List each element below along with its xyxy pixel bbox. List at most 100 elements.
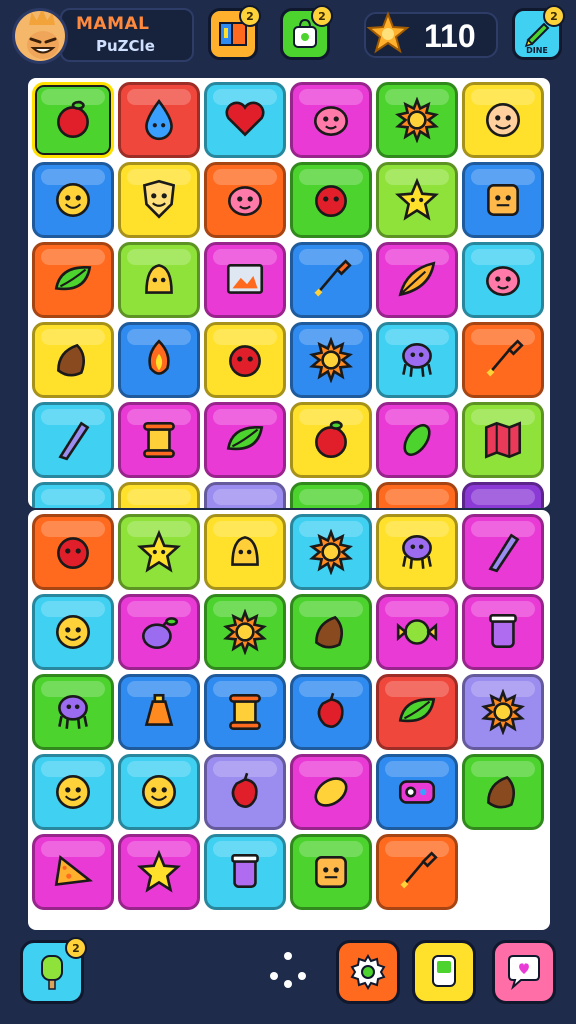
edit-button[interactable]: DINE 2 <box>512 5 565 60</box>
tile-r4-c4[interactable] <box>290 754 372 830</box>
tile-r5-c5[interactable] <box>376 834 458 910</box>
tile-r1-c2[interactable] <box>118 82 200 158</box>
tile-r3-c4[interactable] <box>290 242 372 318</box>
smiley-icon <box>56 615 90 649</box>
tomato-icon <box>315 185 347 217</box>
tile-r4-c1[interactable] <box>32 322 114 398</box>
tile-r1-c4[interactable] <box>290 82 372 158</box>
tile-r3-c3[interactable] <box>204 674 286 750</box>
feather-icon <box>398 261 436 297</box>
tile-r3-c2[interactable] <box>118 674 200 750</box>
tile-r4-c3[interactable] <box>204 322 286 398</box>
tile-r1-c5[interactable] <box>376 82 458 158</box>
nut-icon <box>315 615 344 649</box>
chat-button[interactable] <box>492 940 556 1004</box>
more-options-icon[interactable] <box>266 950 310 990</box>
crystal-icon <box>58 421 90 461</box>
tile-r3-c2[interactable] <box>118 242 200 318</box>
octopus-icon <box>402 535 432 569</box>
tile-r3-c3[interactable] <box>204 242 286 318</box>
box-face-icon <box>315 856 347 888</box>
tile-r4-c6[interactable] <box>462 322 544 398</box>
tile-r2-c1[interactable] <box>32 162 114 238</box>
tile-r1-c4[interactable] <box>290 514 372 590</box>
crystal-icon <box>488 533 520 573</box>
tile-r2-c6[interactable] <box>462 594 544 670</box>
tile-r5-c1[interactable] <box>32 834 114 910</box>
tile-r1-c3[interactable] <box>204 514 286 590</box>
tomato-icon <box>229 345 261 377</box>
tile-r3-c4[interactable] <box>290 674 372 750</box>
device-button[interactable] <box>412 940 476 1004</box>
tile-r4-c4[interactable] <box>290 322 372 398</box>
tile-r5-c4[interactable] <box>290 834 372 910</box>
shop-button[interactable]: 2 <box>280 5 333 60</box>
gadget-icon <box>398 780 436 804</box>
tile-r2-c1[interactable] <box>32 594 114 670</box>
avatar[interactable] <box>12 8 68 64</box>
tile-peek-c6 <box>462 482 544 508</box>
tile-r2-c6[interactable] <box>462 162 544 238</box>
tile-r4-c2[interactable] <box>118 322 200 398</box>
bottom-bar: 2 <box>0 932 576 1024</box>
tile-r5-c4[interactable] <box>290 402 372 478</box>
tile-r5-c2[interactable] <box>118 402 200 478</box>
sun-icon <box>481 689 525 735</box>
tile-r5-c5[interactable] <box>376 402 458 478</box>
tile-r1-c1[interactable] <box>32 82 114 158</box>
tile-r1-c2[interactable] <box>118 514 200 590</box>
tile-r5-c1[interactable] <box>32 402 114 478</box>
hint-button[interactable]: 2 <box>20 937 87 1004</box>
heart-icon <box>225 101 265 137</box>
shop-badge: 2 <box>311 5 333 27</box>
tile-r2-c4[interactable] <box>290 594 372 670</box>
tile-r5-c3[interactable] <box>204 834 286 910</box>
tile-r4-c5[interactable] <box>376 754 458 830</box>
tile-r2-c3[interactable] <box>204 594 286 670</box>
gear-icon <box>350 954 386 990</box>
tile-peek-c3 <box>204 482 286 508</box>
tile-r3-c6[interactable] <box>462 242 544 318</box>
settings-button[interactable] <box>336 940 400 1004</box>
gold-star-icon <box>366 11 410 54</box>
tile-r3-c6[interactable] <box>462 674 544 750</box>
coin-counter: 110 <box>364 11 498 58</box>
tile-r1-c6[interactable] <box>462 514 544 590</box>
tile-r2-c3[interactable] <box>204 162 286 238</box>
tile-r5-c2[interactable] <box>118 834 200 910</box>
star-face-icon <box>395 177 439 221</box>
tile-r3-c5[interactable] <box>376 674 458 750</box>
octopus-icon <box>402 343 432 377</box>
pepper-icon <box>317 692 344 728</box>
player-subtitle: PuZCle <box>96 37 155 55</box>
player-info[interactable]: MAMAL PuZCle <box>60 8 194 62</box>
tile-r2-c5[interactable] <box>376 162 458 238</box>
tile-r2-c5[interactable] <box>376 594 458 670</box>
tile-r3-c1[interactable] <box>32 674 114 750</box>
tile-r2-c2[interactable] <box>118 594 200 670</box>
tile-r4-c2[interactable] <box>118 754 200 830</box>
tile-r3-c1[interactable] <box>32 242 114 318</box>
tile-r4-c5[interactable] <box>376 322 458 398</box>
plum-icon <box>142 617 179 649</box>
tile-r1-c5[interactable] <box>376 514 458 590</box>
tile-r5-c6[interactable] <box>462 402 544 478</box>
apple-icon <box>315 420 347 459</box>
tile-r4-c3[interactable] <box>204 754 286 830</box>
popsicle-icon <box>41 955 63 990</box>
tile-r5-c3[interactable] <box>204 402 286 478</box>
tile-r2-c2[interactable] <box>118 162 200 238</box>
tile-grid-top <box>32 82 544 478</box>
tile-peek-c4 <box>290 482 372 508</box>
blob-face-icon <box>486 266 520 296</box>
tile-r1-c6[interactable] <box>462 82 544 158</box>
tile-r1-c3[interactable] <box>204 82 286 158</box>
tile-r4-c6[interactable] <box>462 754 544 830</box>
tile-r2-c4[interactable] <box>290 162 372 238</box>
tile-r1-c1[interactable] <box>32 514 114 590</box>
tile-r3-c5[interactable] <box>376 242 458 318</box>
tile-r4-c1[interactable] <box>32 754 114 830</box>
octopus-icon <box>58 695 88 729</box>
tile-peek-row <box>32 482 544 508</box>
map-button[interactable]: 2 <box>208 5 261 60</box>
